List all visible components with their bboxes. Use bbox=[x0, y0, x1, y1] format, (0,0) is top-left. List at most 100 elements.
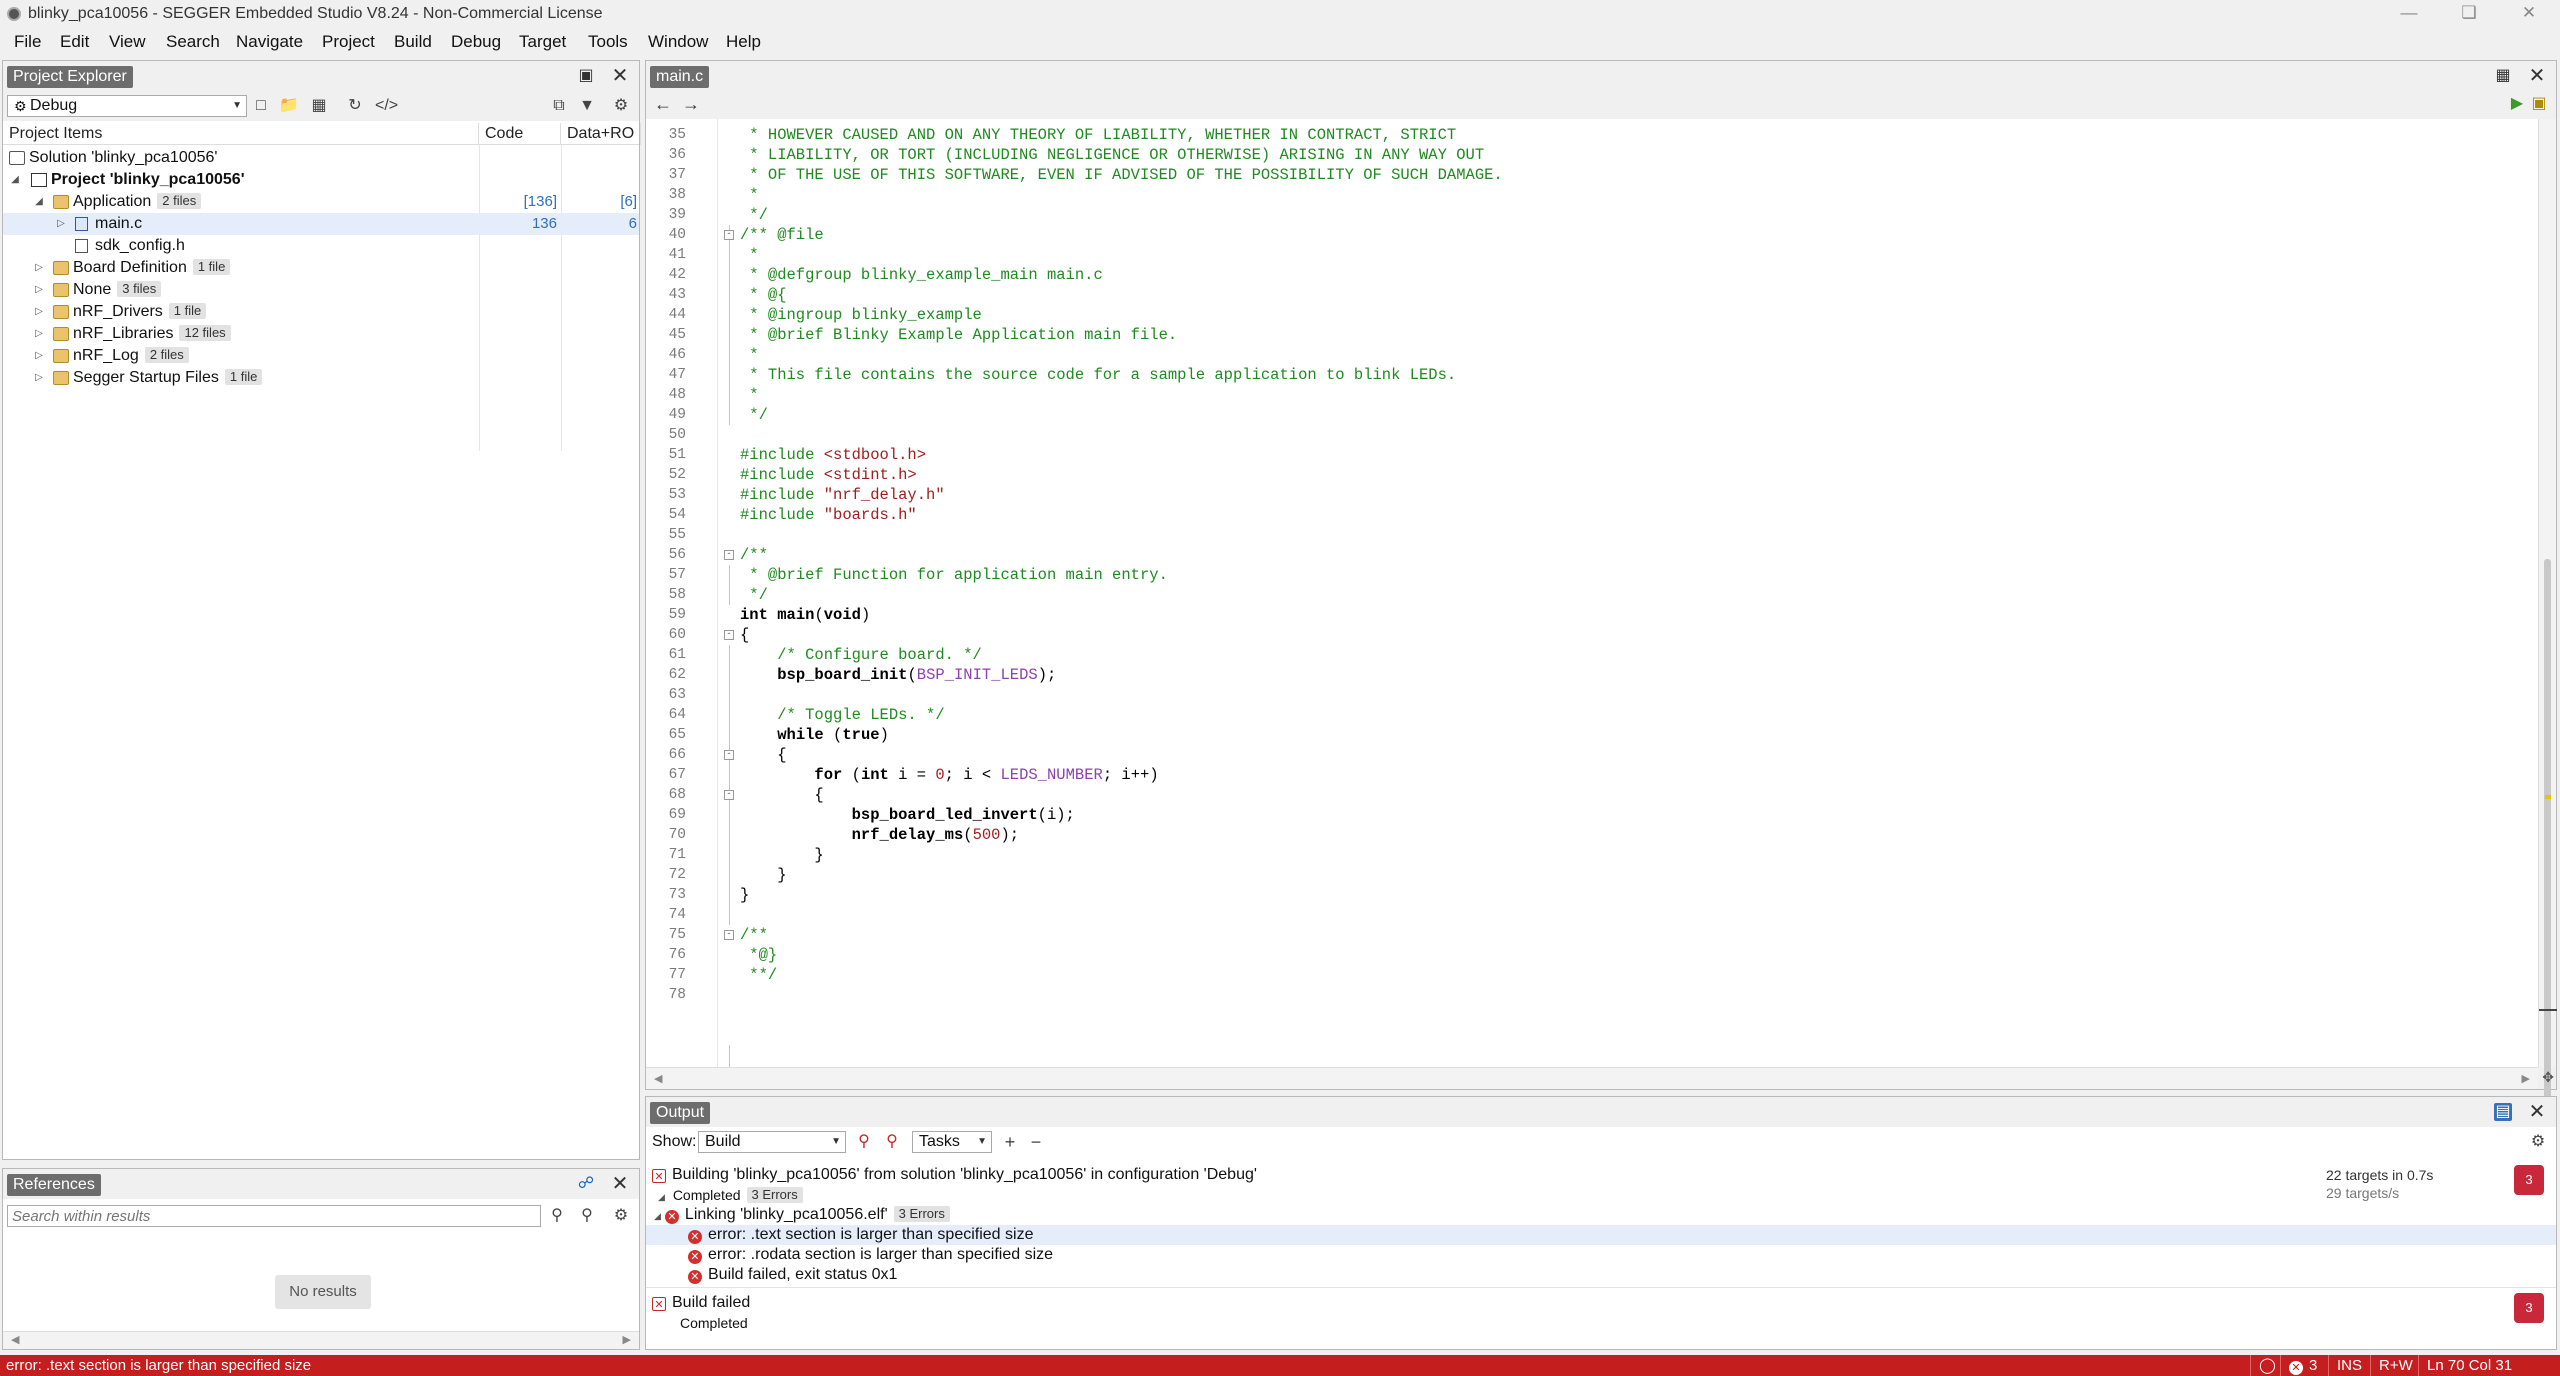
code-line[interactable]: 49 */ bbox=[646, 405, 2538, 425]
code-editor[interactable]: 35 * HOWEVER CAUSED AND ON ANY THEORY OF… bbox=[646, 119, 2538, 1067]
code-line[interactable]: 44 * @ingroup blinky_example bbox=[646, 305, 2538, 325]
fold-toggle-icon[interactable]: - bbox=[724, 630, 734, 640]
code-line[interactable]: 55 bbox=[646, 525, 2538, 545]
code-line[interactable]: 76 *@} bbox=[646, 945, 2538, 965]
expand-icon[interactable]: ▷ bbox=[33, 345, 45, 367]
menu-window[interactable]: Window bbox=[648, 32, 708, 52]
expand-icon[interactable]: ▷ bbox=[33, 367, 45, 389]
expand-icon[interactable]: ▷ bbox=[33, 301, 45, 323]
menu-target[interactable]: Target bbox=[519, 32, 566, 52]
code-line[interactable]: 52 #include <stdint.h> bbox=[646, 465, 2538, 485]
build-entry[interactable]: ✕ Building 'blinky_pca10056' from solutio… bbox=[652, 1165, 1257, 1185]
status-error-count[interactable]: ✕ 3 bbox=[2280, 1355, 2325, 1376]
refresh-icon[interactable]: ↻ bbox=[345, 97, 365, 115]
collapse-icon[interactable]: ◢ bbox=[658, 1192, 665, 1202]
tree-item-segger-startup[interactable]: ▷ Segger Startup Files 1 file bbox=[3, 367, 639, 389]
search-pin-icon[interactable]: ⚲ bbox=[547, 1207, 567, 1225]
close-window-button[interactable]: ✕ bbox=[2500, 0, 2558, 28]
references-scrollbar[interactable]: ◀ ▶ bbox=[3, 1331, 639, 1349]
prev-error-icon[interactable]: ⚲ bbox=[854, 1133, 874, 1151]
references-search-box[interactable] bbox=[7, 1205, 541, 1227]
restore-button[interactable]: ❏ bbox=[2440, 0, 2498, 28]
status-access-mode[interactable]: R+W bbox=[2370, 1355, 2421, 1376]
menu-debug[interactable]: Debug bbox=[451, 32, 501, 52]
error-row[interactable]: ✕ error: .rodata section is larger than s… bbox=[688, 1245, 1053, 1265]
menu-navigate[interactable]: Navigate bbox=[236, 32, 303, 52]
tree-item-none[interactable]: ▷ None 3 files bbox=[3, 279, 639, 301]
expand-icon[interactable]: ▷ bbox=[33, 257, 45, 279]
code-line[interactable]: 77 **/ bbox=[646, 965, 2538, 985]
code-line[interactable]: 78 bbox=[646, 985, 2538, 1005]
error-row[interactable]: ✕ Build failed, exit status 0x1 bbox=[688, 1265, 897, 1285]
column-data-ro[interactable]: Data+RO bbox=[561, 123, 641, 145]
bookmark-icon[interactable]: ▣ bbox=[2530, 95, 2548, 113]
tree-item-sdk-config[interactable]: sdk_config.h bbox=[3, 235, 639, 257]
code-line[interactable]: 50 bbox=[646, 425, 2538, 445]
code-line[interactable]: 41 * bbox=[646, 245, 2538, 265]
column-code[interactable]: Code bbox=[479, 123, 561, 145]
scroll-left-icon[interactable]: ◀ bbox=[11, 1333, 19, 1346]
code-line[interactable]: 73} bbox=[646, 885, 2538, 905]
expand-icon[interactable]: ◢ bbox=[9, 169, 21, 191]
scroll-right-icon[interactable]: ▶ bbox=[2522, 1072, 2530, 1085]
tree-item-project[interactable]: ◢ Project 'blinky_pca10056' bbox=[3, 169, 639, 191]
scroll-right-icon[interactable]: ▶ bbox=[623, 1333, 631, 1346]
code-line[interactable]: 59 int main(void) bbox=[646, 605, 2538, 625]
code-line[interactable]: 60 -{ bbox=[646, 625, 2538, 645]
code-line[interactable]: 65 while (true) bbox=[646, 725, 2538, 745]
nav-forward-icon[interactable]: → bbox=[682, 95, 700, 113]
code-line[interactable]: 35 * HOWEVER CAUSED AND ON ANY THEORY OF… bbox=[646, 125, 2538, 145]
collapse-icon[interactable]: ◢ bbox=[654, 1211, 661, 1221]
code-line[interactable]: 39 */ bbox=[646, 205, 2538, 225]
code-line[interactable]: 40 -/** @file bbox=[646, 225, 2538, 245]
menu-view[interactable]: View bbox=[109, 32, 146, 52]
menu-tools[interactable]: Tools bbox=[588, 32, 628, 52]
code-line[interactable]: 71 } bbox=[646, 845, 2538, 865]
expand-all-icon[interactable]: + bbox=[1000, 1133, 1020, 1151]
tree-item-board-definition[interactable]: ▷ Board Definition 1 file bbox=[3, 257, 639, 279]
split-view-icon[interactable]: ▦ bbox=[2494, 67, 2512, 85]
resize-grip-icon[interactable]: ✥ bbox=[2542, 1069, 2554, 1086]
code-line[interactable]: 51 #include <stdbool.h> bbox=[646, 445, 2538, 465]
close-panel-icon[interactable]: ✕ bbox=[611, 1174, 629, 1194]
code-line[interactable]: 37 * OF THE USE OF THIS SOFTWARE, EVEN I… bbox=[646, 165, 2538, 185]
show-select[interactable]: Build ▼ bbox=[698, 1131, 846, 1153]
maximize-panel-icon[interactable]: ▣ bbox=[577, 67, 595, 85]
code-line[interactable]: 70 nrf_delay_ms(500); bbox=[646, 825, 2538, 845]
expand-icon[interactable]: ◢ bbox=[33, 191, 45, 213]
menu-edit[interactable]: Edit bbox=[60, 32, 89, 52]
code-line[interactable]: 45 * @brief Blinky Example Application m… bbox=[646, 325, 2538, 345]
references-search-input[interactable] bbox=[8, 1206, 540, 1227]
code-line[interactable]: 46 * bbox=[646, 345, 2538, 365]
settings-gear-icon[interactable]: ⚙ bbox=[611, 1207, 631, 1225]
filter-icon[interactable]: ▼ bbox=[577, 97, 597, 115]
code-line[interactable]: 42 * @defgroup blinky_example_main main.… bbox=[646, 265, 2538, 285]
code-line[interactable]: 53 #include "nrf_delay.h" bbox=[646, 485, 2538, 505]
link-entry[interactable]: ◢ ✕ Linking 'blinky_pca10056.elf' 3 Errors bbox=[654, 1205, 950, 1225]
settings-gear-icon[interactable]: ⚙ bbox=[611, 97, 631, 115]
build-failed-entry[interactable]: ✕ Build failed bbox=[652, 1293, 750, 1313]
menu-search[interactable]: Search bbox=[166, 32, 220, 52]
code-line[interactable]: 36 * LIABILITY, OR TORT (INCLUDING NEGLI… bbox=[646, 145, 2538, 165]
fold-toggle-icon[interactable]: - bbox=[724, 230, 734, 240]
collapse-all-icon[interactable]: − bbox=[1026, 1133, 1046, 1151]
status-cursor-position[interactable]: Ln 70 Col 31 bbox=[2418, 1355, 2520, 1376]
error-row-selected[interactable]: ✕ error: .text section is larger than spe… bbox=[646, 1225, 2556, 1245]
tree-item-nrf-log[interactable]: ▷ nRF_Log 2 files bbox=[3, 345, 639, 367]
expand-icon[interactable]: ▷ bbox=[33, 323, 45, 345]
code-line[interactable]: 54 #include "boards.h" bbox=[646, 505, 2538, 525]
fold-toggle-icon[interactable]: - bbox=[724, 750, 734, 760]
code-line[interactable]: 74 bbox=[646, 905, 2538, 925]
menu-build[interactable]: Build bbox=[394, 32, 432, 52]
code-line[interactable]: 69 bsp_board_led_invert(i); bbox=[646, 805, 2538, 825]
run-icon[interactable]: ▶ bbox=[2508, 95, 2526, 113]
code-line[interactable]: 58 */ bbox=[646, 585, 2538, 605]
configuration-select[interactable]: ⚙ Debug ▼ bbox=[7, 95, 247, 117]
code-line[interactable]: 72 } bbox=[646, 865, 2538, 885]
new-window-icon[interactable]: □ bbox=[251, 97, 271, 115]
settings-gear-icon[interactable]: ⚙ bbox=[2528, 1133, 2548, 1151]
fold-toggle-icon[interactable]: - bbox=[724, 790, 734, 800]
editor-vertical-scrollbar[interactable] bbox=[2538, 119, 2557, 1099]
code-line[interactable]: 56 -/** bbox=[646, 545, 2538, 565]
editor-tab-main-c[interactable]: main.c bbox=[650, 66, 710, 88]
